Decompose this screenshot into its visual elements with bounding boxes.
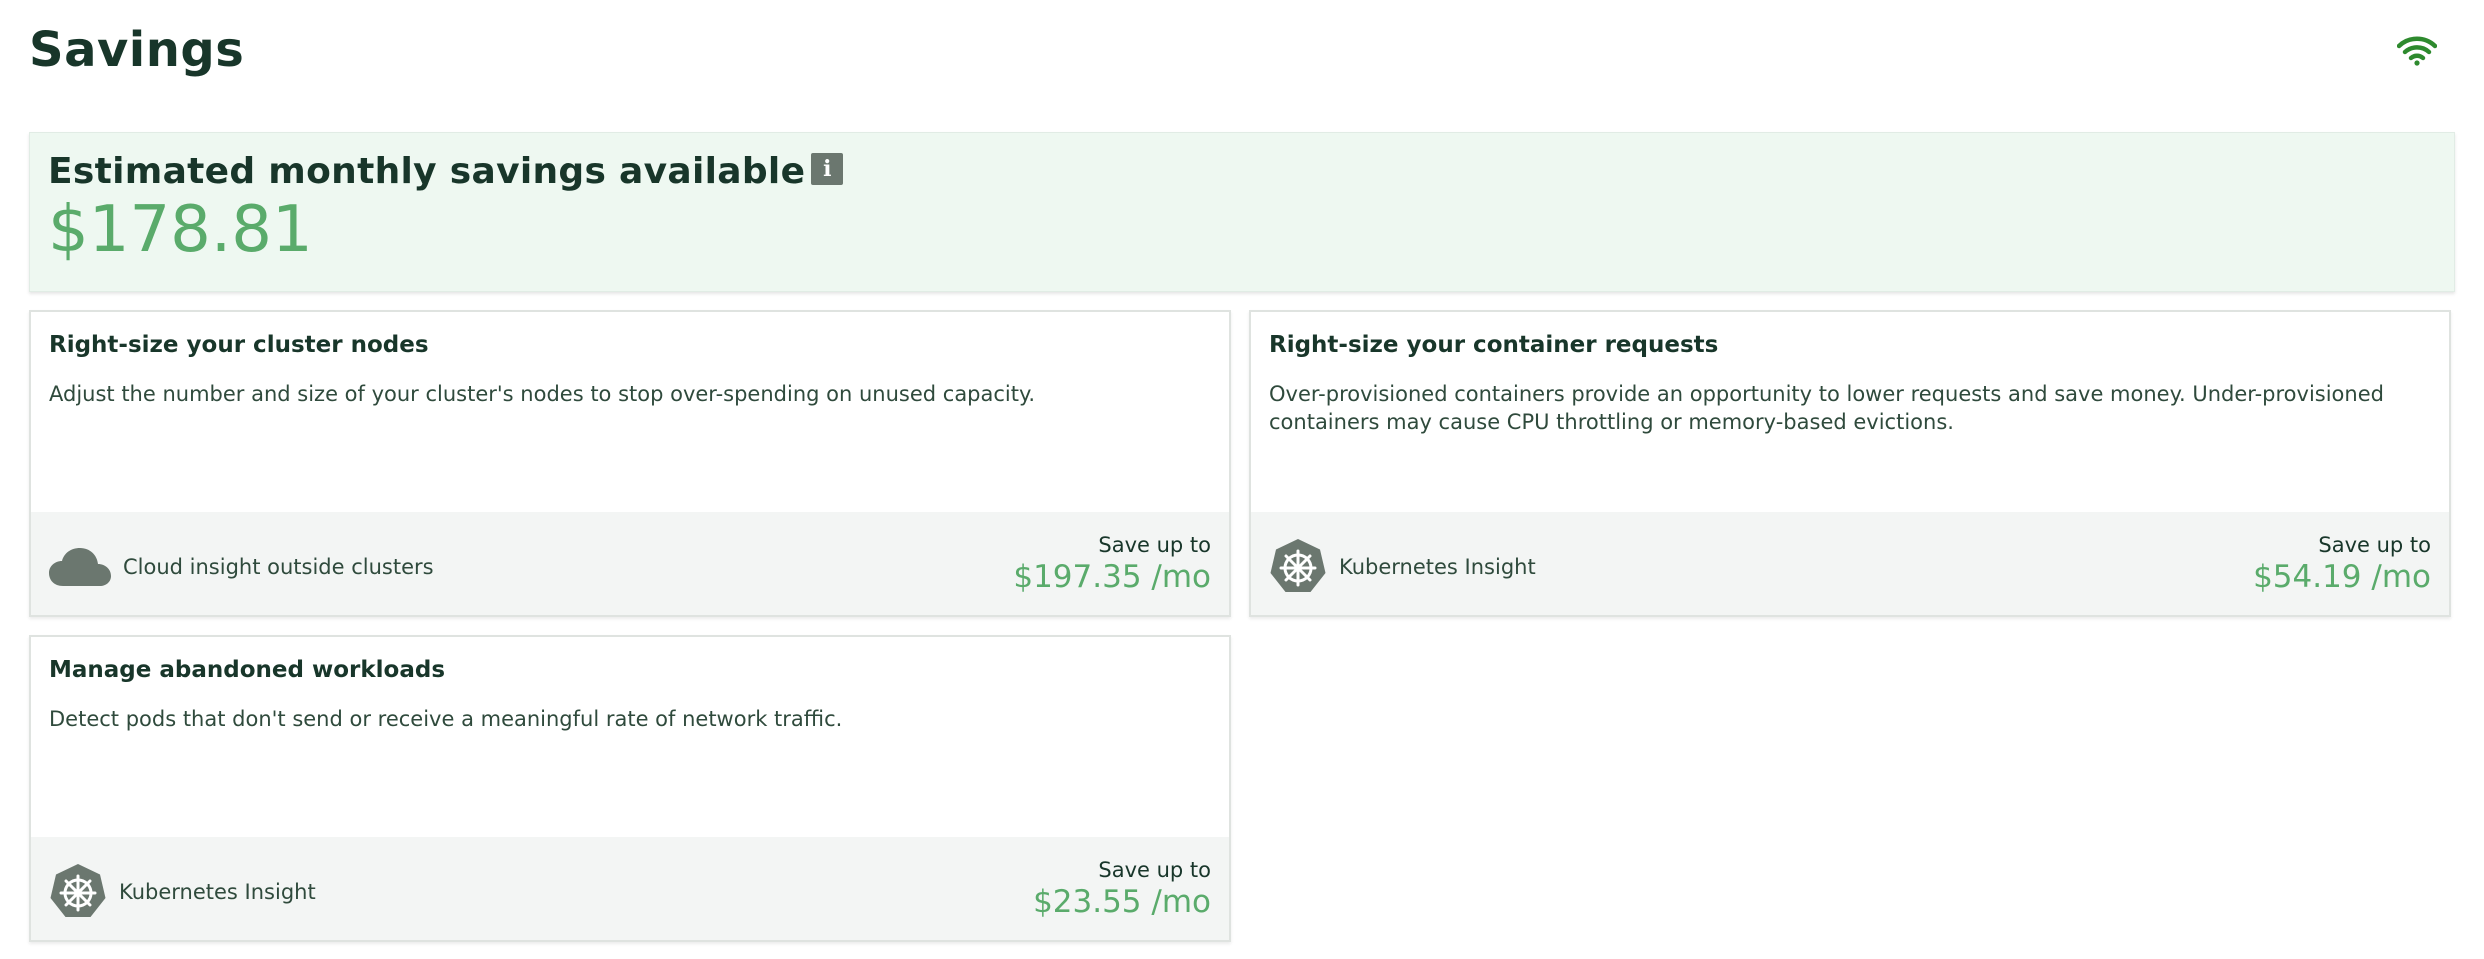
summary-title-row: Estimated monthly savings available i [48, 151, 2436, 192]
info-icon[interactable]: i [811, 152, 844, 185]
save-block: Save up to $54.19 /mo [2253, 533, 2431, 595]
savings-page: Savings Estimated monthly savings availa… [0, 0, 2484, 959]
card-body: Right-size your cluster nodes Adjust the… [31, 312, 1229, 512]
wifi-icon [2397, 36, 2437, 66]
page-title: Savings [29, 22, 245, 78]
save-block: Save up to $197.35 /mo [1013, 533, 1211, 595]
card-footer: Kubernetes Insight Save up to $54.19 /mo [1251, 512, 2449, 615]
insight-source: Cloud insight outside clusters [49, 546, 434, 588]
savings-summary-panel: Estimated monthly savings available i $1… [29, 132, 2455, 292]
card-description: Adjust the number and size of your clust… [49, 382, 1036, 406]
recommendation-grid: Right-size your cluster nodes Adjust the… [29, 310, 2455, 942]
page-header: Savings [29, 0, 2455, 132]
insight-source: Kubernetes Insight [49, 863, 316, 921]
save-label: Save up to [2318, 532, 2431, 557]
card-footer: Kubernetes Insight Save up to $23.55 /mo [31, 837, 1229, 940]
card-title: Manage abandoned workloads [49, 657, 446, 683]
card-footer: Cloud insight outside clusters Save up t… [31, 512, 1229, 615]
card-body: Manage abandoned workloads Detect pods t… [31, 637, 1229, 837]
source-label: Kubernetes Insight [119, 879, 316, 904]
card-title: Right-size your cluster nodes [49, 332, 429, 358]
source-label: Cloud insight outside clusters [123, 554, 434, 579]
card-right-size-cluster-nodes[interactable]: Right-size your cluster nodes Adjust the… [29, 310, 1231, 617]
kubernetes-icon [49, 863, 107, 921]
save-label: Save up to [1098, 857, 1211, 882]
cloud-icon [49, 546, 111, 588]
card-body: Right-size your container requests Over-… [1251, 312, 2449, 512]
source-label: Kubernetes Insight [1339, 554, 1536, 579]
kubernetes-icon [1269, 538, 1327, 596]
save-amount: $54.19 /mo [2253, 558, 2431, 595]
card-title: Right-size your container requests [1269, 332, 1719, 358]
save-amount: $197.35 /mo [1013, 558, 1211, 595]
card-description: Detect pods that don't send or receive a… [49, 707, 843, 731]
summary-title: Estimated monthly savings available [48, 151, 806, 192]
card-manage-abandoned-workloads[interactable]: Manage abandoned workloads Detect pods t… [29, 635, 1231, 942]
insight-source: Kubernetes Insight [1269, 538, 1536, 596]
card-description: Over-provisioned containers provide an o… [1269, 382, 2384, 434]
summary-amount: $178.81 [48, 193, 313, 267]
save-block: Save up to $23.55 /mo [1033, 858, 1211, 920]
save-label: Save up to [1098, 532, 1211, 557]
card-right-size-container-requests[interactable]: Right-size your container requests Over-… [1249, 310, 2451, 617]
save-amount: $23.55 /mo [1033, 883, 1211, 920]
